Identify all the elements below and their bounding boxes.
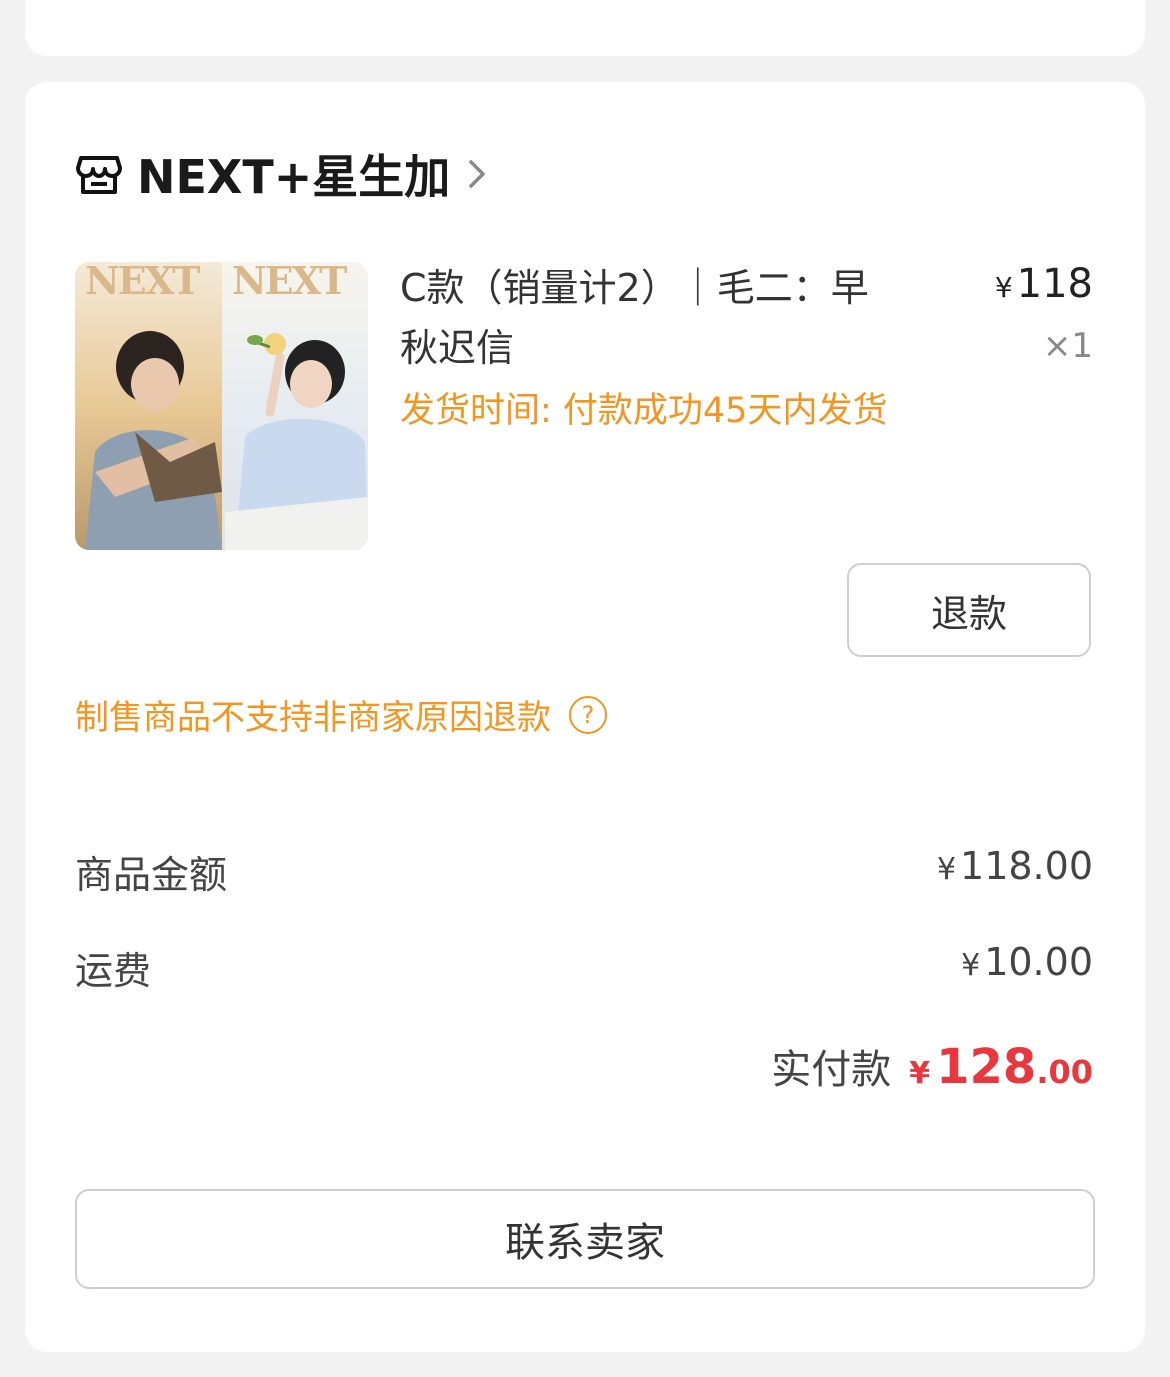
shipping-fee-label: 运费 [75, 949, 152, 993]
refund-button[interactable]: 退款 [847, 563, 1091, 657]
price-currency: ¥ [994, 271, 1013, 304]
goods-currency: ¥ [936, 852, 957, 887]
product-thumbnail[interactable]: NEXT NEXT [75, 262, 368, 550]
goods-amount: 118.00 [960, 844, 1093, 888]
shop-header[interactable]: NEXT+星生加 [75, 144, 488, 204]
shipping-currency: ¥ [961, 948, 981, 983]
thumb-masthead-right: NEXT [232, 262, 347, 303]
paid-decimal: .00 [1036, 1053, 1093, 1091]
chevron-right-icon [469, 160, 486, 188]
thumb-masthead-left: NEXT [85, 262, 200, 303]
product-quantity: ×1 [1042, 326, 1093, 366]
product-title[interactable]: C款（销量计2）｜毛二：早秋迟信 [400, 258, 900, 378]
shop-name: NEXT+星生加 [137, 150, 451, 204]
store-icon [76, 156, 122, 194]
shipping-fee: 10.00 [984, 940, 1093, 984]
refund-notice-text: 制售商品不支持非商家原因退款 [75, 698, 551, 738]
paid-currency: ¥ [909, 1056, 931, 1091]
price-value: 118 [1016, 261, 1093, 307]
shipping-time-note: 发货时间: 付款成功45天内发货 [400, 391, 888, 431]
paid-label: 实付款 [771, 1047, 892, 1093]
refund-notice: 制售商品不支持非商家原因退款 ? [75, 690, 607, 739]
product-image: NEXT NEXT [75, 262, 368, 550]
product-price: ¥118 [995, 258, 1093, 314]
shipping-fee-value: ¥10.00 [961, 940, 1093, 984]
order-card: NEXT+星生加 NEXT NEXT C款（销量计2）｜毛二：早秋迟信 发货时间… [25, 82, 1145, 1352]
goods-amount-value: ¥118.00 [937, 844, 1093, 888]
paid-total: 实付款 ¥ 128 .00 [771, 1037, 1093, 1095]
help-icon[interactable]: ? [569, 695, 607, 734]
paid-integer: 128 [936, 1039, 1037, 1095]
contact-seller-button[interactable]: 联系卖家 [75, 1189, 1095, 1289]
goods-amount-label: 商品金额 [75, 853, 228, 897]
previous-card [25, 0, 1145, 56]
